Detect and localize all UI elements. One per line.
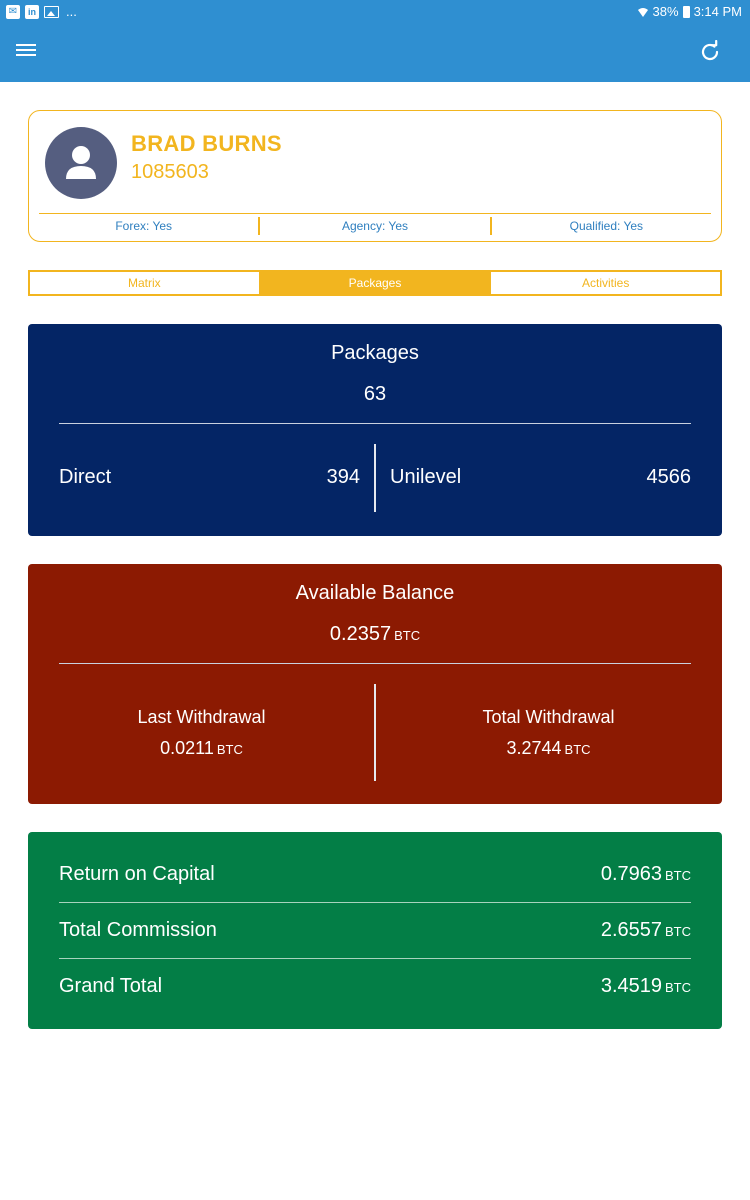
menu-icon-line	[16, 49, 36, 51]
profile-name: BRAD BURNS	[131, 131, 282, 156]
linkedin-icon: in	[25, 4, 39, 19]
wifi-icon	[637, 7, 648, 17]
total-withdrawal-unit: BTC	[564, 742, 591, 757]
total-withdrawal-label: Total Withdrawal	[482, 707, 615, 727]
total-withdrawal-value-row: 3.2744 BTC	[375, 738, 722, 759]
battery-percent: 38%	[652, 4, 679, 19]
total-commission-unit: BTC	[665, 923, 691, 939]
last-withdrawal: Last Withdrawal 0.0211 BTC	[28, 707, 375, 759]
return-on-capital-label: Return on Capital	[59, 862, 215, 885]
profile-id: 1085603	[131, 161, 209, 183]
balance-unit: BTC	[394, 628, 421, 643]
battery-icon	[682, 5, 690, 18]
last-withdrawal-label: Last Withdrawal	[137, 707, 266, 727]
gallery-icon	[44, 5, 59, 18]
balance-divider	[59, 663, 691, 664]
packages-divider	[59, 423, 691, 424]
grand-total-label: Grand Total	[59, 974, 163, 997]
total-commission-label: Total Commission	[59, 918, 217, 941]
total-commission-amount: 2.6557 BTC	[601, 919, 691, 942]
grand-total-row: Grand Total 3.4519 BTC	[59, 958, 691, 1014]
tab-activities[interactable]: Activities	[489, 272, 720, 294]
tab-matrix[interactable]: Matrix	[30, 272, 259, 294]
total-withdrawal-value: 3.2744	[506, 738, 562, 758]
flag-qualified: Qualified: Yes	[569, 219, 644, 233]
grand-total-amount: 3.4519 BTC	[601, 975, 691, 998]
app-bar	[0, 24, 750, 82]
menu-button[interactable]	[14, 41, 38, 65]
return-on-capital-amount: 0.7963 BTC	[601, 863, 691, 886]
packages-card: Packages 63 Direct 394 Unilevel 4566	[28, 324, 722, 536]
status-bar: ✉ in ... 38% 3:14 PM	[0, 0, 750, 24]
total-commission-value: 2.6557	[600, 918, 662, 941]
tab-packages[interactable]: Packages	[258, 272, 490, 294]
more-notifications: ...	[66, 4, 77, 19]
balance-card: Available Balance 0.2357 BTC Last Withdra…	[28, 564, 722, 804]
return-on-capital-value: 0.7963	[600, 862, 662, 885]
profile-flags: Forex: Yes Agency: Yes Qualified: Yes	[29, 215, 721, 241]
clock: 3:14 PM	[693, 4, 742, 19]
return-on-capital-unit: BTC	[665, 867, 691, 883]
balance-title: Available Balance	[295, 582, 455, 604]
unilevel-label: Unilevel	[390, 466, 462, 488]
flag-forex: Forex: Yes	[115, 219, 173, 233]
status-bar-right: 38% 3:14 PM	[637, 4, 742, 19]
menu-icon-line	[16, 44, 36, 46]
grand-total-value: 3.4519	[600, 974, 662, 997]
user-icon	[66, 146, 96, 179]
packages-count: 63	[363, 383, 387, 405]
menu-icon-line	[16, 54, 36, 56]
total-commission-row: Total Commission 2.6557 BTC	[59, 902, 691, 958]
direct-label: Direct	[59, 466, 112, 488]
last-withdrawal-value-row: 0.0211 BTC	[28, 738, 375, 759]
flag-agency: Agency: Yes	[341, 219, 409, 233]
return-on-capital-row: Return on Capital 0.7963 BTC	[59, 846, 691, 902]
last-withdrawal-value: 0.0211	[160, 738, 214, 758]
packages-vertical-divider	[374, 444, 376, 512]
tab-bar: Matrix Packages Activities	[28, 270, 722, 296]
avatar	[45, 127, 117, 199]
totals-card: Return on Capital 0.7963 BTC Total Commis…	[28, 832, 722, 1029]
profile-card: BRAD BURNS 1085603 Forex: Yes Agency: Ye…	[28, 110, 722, 242]
profile-divider	[39, 213, 711, 214]
last-withdrawal-unit: BTC	[216, 742, 243, 757]
refresh-icon[interactable]	[698, 40, 722, 64]
unilevel-value: 4566	[646, 466, 692, 488]
total-withdrawal: Total Withdrawal 3.2744 BTC	[375, 707, 722, 759]
direct-value: 394	[326, 466, 360, 488]
notification-icon: ✉	[6, 4, 20, 19]
packages-title: Packages	[331, 342, 419, 364]
balance-value-row: 0.2357 BTC	[28, 623, 722, 646]
balance-value: 0.2357	[329, 623, 392, 645]
status-bar-left: ✉ in ...	[6, 4, 77, 19]
grand-total-unit: BTC	[665, 979, 691, 995]
